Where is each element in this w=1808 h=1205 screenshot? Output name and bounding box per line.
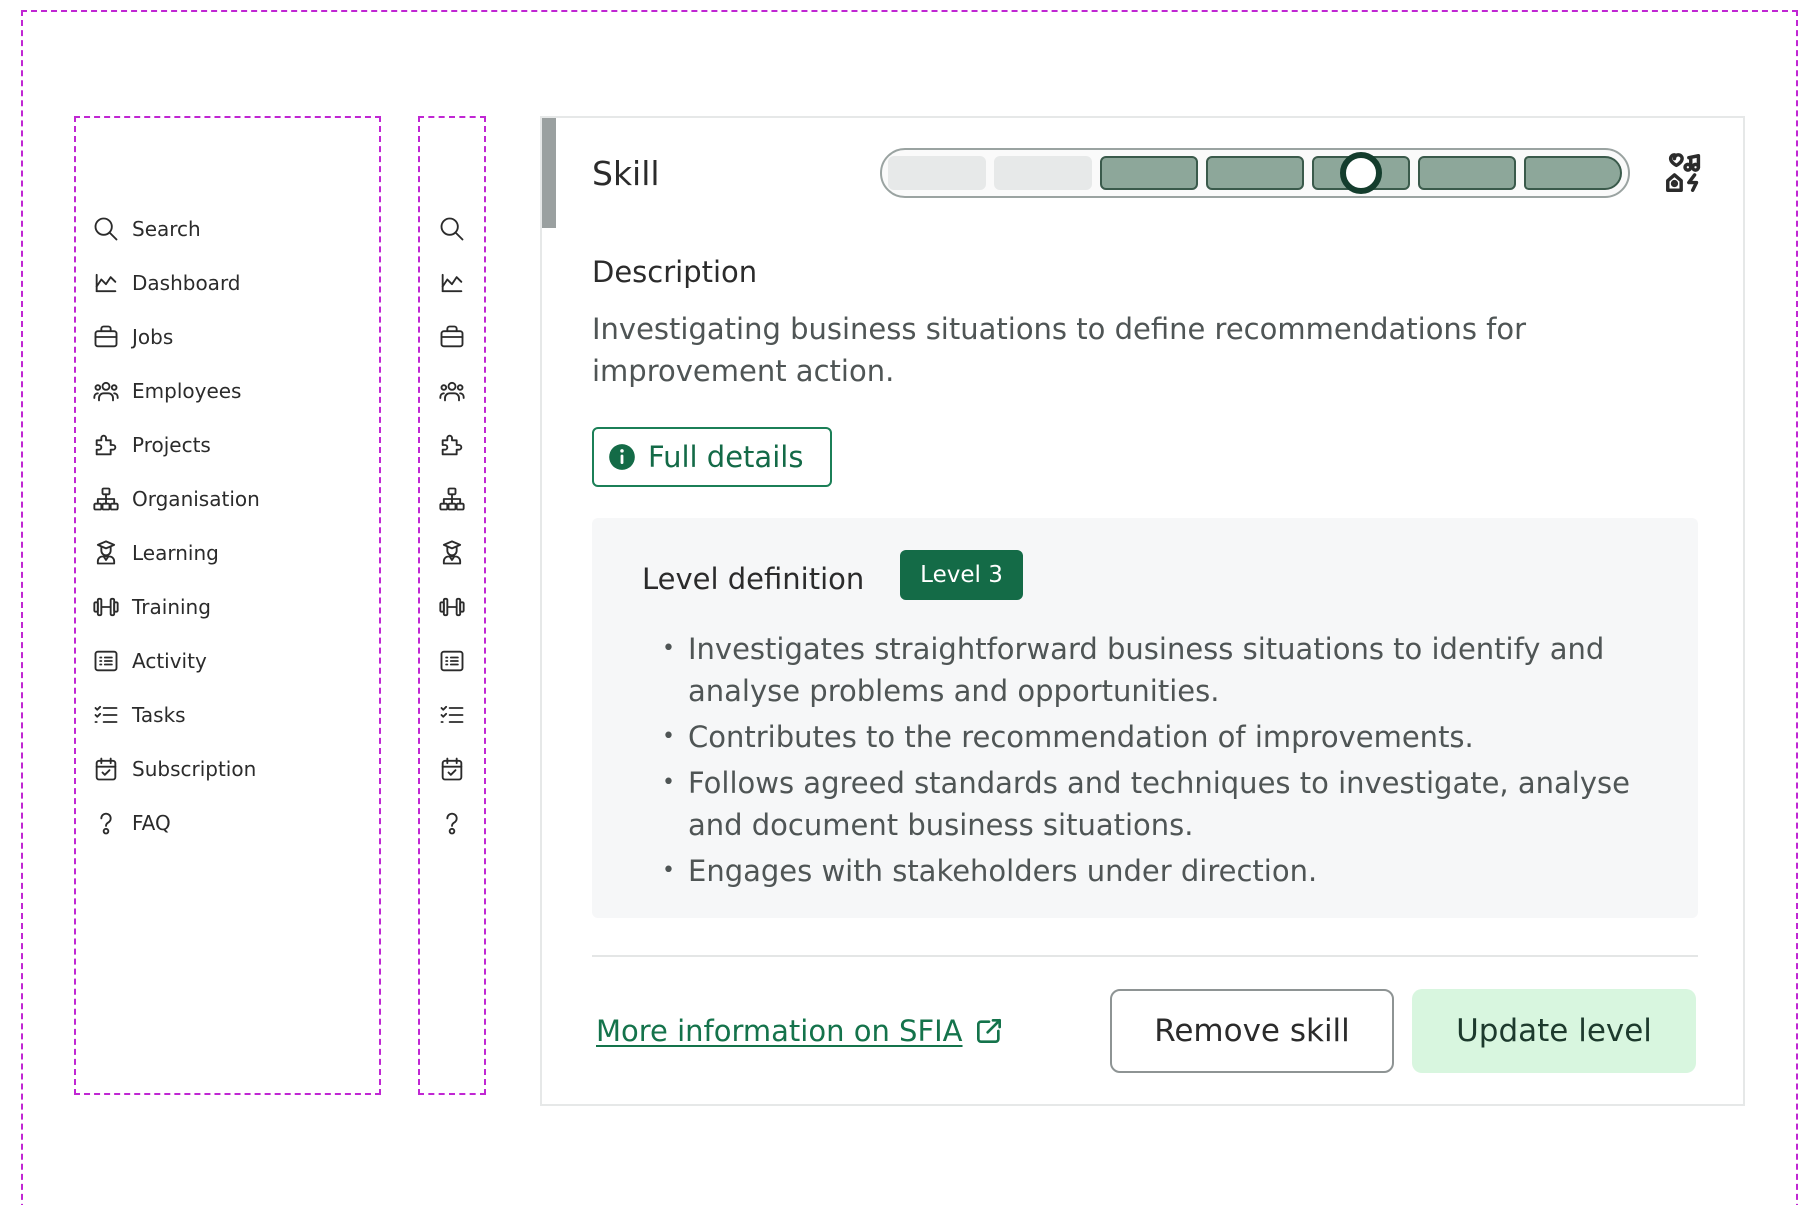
calendar-check-icon (95, 757, 117, 781)
icon-rail-nav (434, 202, 470, 850)
sidebar-item-label: Jobs (132, 325, 174, 349)
level-segment[interactable] (1418, 156, 1516, 190)
rail-item-tasks[interactable] (434, 688, 470, 742)
description-heading: Description (592, 255, 758, 289)
dumbbell-icon (93, 597, 119, 617)
level-badge: Level 3 (900, 550, 1023, 600)
checklist-icon (440, 705, 464, 723)
level-segment[interactable] (1206, 156, 1304, 190)
full-details-label: Full details (648, 440, 804, 474)
sidebar-item-learning[interactable]: Learning (92, 526, 260, 580)
dumbbell-icon (439, 597, 465, 617)
level-definition-item: Engages with stakeholders under directio… (662, 850, 1662, 892)
chart-line-icon (441, 273, 463, 293)
sidebar-item-search[interactable]: Search (92, 202, 260, 256)
sidebar-item-label: Subscription (132, 757, 257, 781)
rail-item-jobs[interactable] (434, 310, 470, 364)
more-info-sfia-label: More information on SFIA (596, 1014, 963, 1048)
sidebar-item-dashboard[interactable]: Dashboard (92, 256, 260, 310)
briefcase-icon (440, 325, 464, 348)
rail-item-employees[interactable] (434, 364, 470, 418)
sidebar-item-activity[interactable]: Activity (92, 634, 260, 688)
more-info-sfia-link[interactable]: More information on SFIA (596, 1014, 1005, 1048)
sidebar-item-label: FAQ (132, 811, 171, 835)
level-definition-list: Investigates straightforward business si… (662, 628, 1662, 896)
sidebar-item-training[interactable]: Training (92, 580, 260, 634)
sidebar-item-faq[interactable]: FAQ (92, 796, 260, 850)
card-accent-bar (542, 118, 556, 228)
briefcase-icon (94, 325, 118, 348)
graduate-icon (442, 540, 462, 565)
users-icon (439, 381, 465, 402)
sidebar-item-label: Organisation (132, 487, 260, 511)
list-details-icon (440, 650, 464, 672)
sidebar-item-label: Dashboard (132, 271, 241, 295)
sidebar-item-label: Search (132, 217, 201, 241)
external-link-icon (976, 1019, 1001, 1043)
search-icon (440, 217, 464, 241)
level-definition-item: Follows agreed standards and techniques … (662, 762, 1662, 846)
level-definition-item: Investigates straightforward business si… (662, 628, 1662, 712)
level-slider[interactable] (880, 148, 1630, 198)
rail-item-projects[interactable] (434, 418, 470, 472)
rail-item-activity[interactable] (434, 634, 470, 688)
org-chart-icon (93, 487, 119, 511)
description-text: Investigating business situations to def… (592, 312, 1527, 388)
rail-item-search[interactable] (434, 202, 470, 256)
rail-item-faq[interactable] (434, 796, 470, 850)
sidebar-item-label: Learning (132, 541, 219, 565)
divider (592, 955, 1698, 957)
level-segment[interactable] (994, 156, 1092, 190)
checklist-icon (94, 705, 118, 723)
calendar-check-icon (441, 757, 463, 781)
info-icon (609, 444, 635, 470)
level-segment[interactable] (1100, 156, 1198, 190)
rail-item-subscription[interactable] (434, 742, 470, 796)
level-segment[interactable] (888, 156, 986, 190)
users-icon (93, 381, 119, 402)
puzzle-icon (95, 434, 117, 456)
rail-item-learning[interactable] (434, 526, 470, 580)
skill-title: Skill (592, 154, 660, 193)
remove-skill-button[interactable]: Remove skill (1110, 989, 1394, 1073)
sidebar-item-label: Employees (132, 379, 242, 403)
rail-item-organisation[interactable] (434, 472, 470, 526)
list-details-icon (94, 650, 118, 672)
sidebar-nav: Search Dashboard Jobs Employees Projects… (92, 202, 260, 850)
sidebar-item-label: Activity (132, 649, 207, 673)
skills-icon[interactable] (1662, 150, 1708, 196)
level-slider-thumb[interactable] (1340, 152, 1382, 194)
full-details-button[interactable]: Full details (592, 427, 832, 487)
sidebar-item-label: Training (132, 595, 211, 619)
sidebar-item-jobs[interactable]: Jobs (92, 310, 260, 364)
rail-item-dashboard[interactable] (434, 256, 470, 310)
help-icon (446, 812, 458, 835)
sidebar-item-projects[interactable]: Projects (92, 418, 260, 472)
rail-item-training[interactable] (434, 580, 470, 634)
level-definition-panel: Level definition Level 3 Investigates st… (592, 518, 1698, 918)
sidebar-item-employees[interactable]: Employees (92, 364, 260, 418)
level-definition-title: Level definition (642, 562, 865, 596)
puzzle-icon (441, 434, 463, 456)
sidebar-item-tasks[interactable]: Tasks (92, 688, 260, 742)
sidebar-item-label: Tasks (132, 703, 186, 727)
update-level-button[interactable]: Update level (1412, 989, 1696, 1073)
help-icon (100, 812, 112, 835)
level-definition-item: Contributes to the recommendation of imp… (662, 716, 1662, 758)
sidebar-item-subscription[interactable]: Subscription (92, 742, 260, 796)
search-icon (94, 217, 118, 241)
sidebar-item-label: Projects (132, 433, 211, 457)
chart-line-icon (95, 273, 117, 293)
skill-card: Skill Description Investigating business… (540, 116, 1745, 1106)
sidebar-item-organisation[interactable]: Organisation (92, 472, 260, 526)
org-chart-icon (439, 487, 465, 511)
graduate-icon (96, 540, 116, 565)
level-segment[interactable] (1524, 156, 1622, 190)
